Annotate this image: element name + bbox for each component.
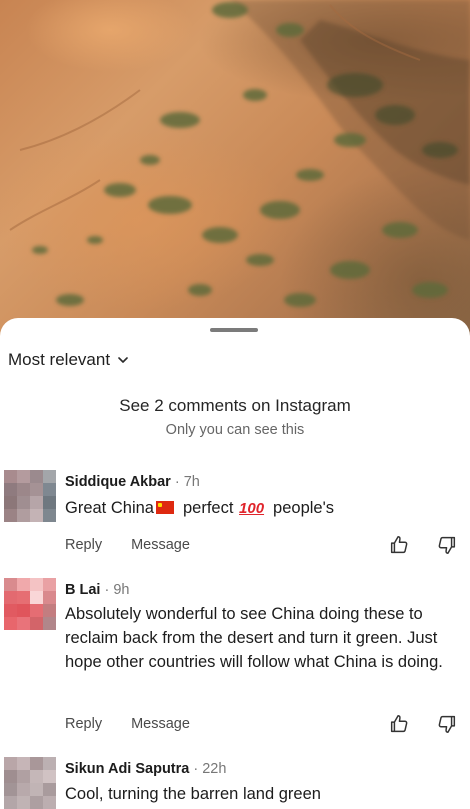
comment-time: 22h [202, 761, 227, 777]
avatar[interactable] [4, 757, 56, 809]
comment-author[interactable]: B Lai [65, 582, 100, 598]
comment-meta: B Lai · 9h [65, 582, 130, 598]
thumbs-up-icon[interactable] [388, 713, 410, 735]
comment-meta: Sikun Adi Saputra · 22h [65, 761, 227, 777]
comment-author[interactable]: Siddique Akbar [65, 474, 171, 490]
reply-button[interactable]: Reply [65, 537, 102, 553]
sort-label: Most relevant [8, 350, 111, 369]
comment-text: Great China perfect 100 people's [65, 496, 460, 521]
comment-actions: Reply Message [65, 537, 190, 553]
thumbs-down-icon[interactable] [436, 713, 458, 735]
comment-meta: Siddique Akbar · 7h [65, 474, 200, 490]
hundred-points-icon: 100 [239, 500, 265, 517]
chevron-down-icon [118, 357, 128, 363]
comment-actions: Reply Message [65, 716, 190, 732]
visibility-note: Only you can see this [165, 422, 305, 438]
china-flag-icon [155, 501, 174, 514]
avatar[interactable] [4, 470, 56, 522]
sort-dropdown[interactable]: Most relevant [8, 349, 129, 371]
reply-button[interactable]: Reply [65, 716, 102, 732]
sheet-grabber-handle[interactable] [210, 328, 258, 332]
message-button[interactable]: Message [131, 716, 190, 732]
comment-time: 9h [113, 582, 130, 598]
message-button[interactable]: Message [131, 537, 190, 553]
desert-scene-image [9, 0, 470, 307]
thumbs-up-icon[interactable] [388, 534, 410, 556]
comments-sheet: Most relevant See 2 comments on Instagra… [0, 318, 470, 809]
comment-time: 7h [183, 474, 200, 490]
thumbs-down-icon[interactable] [436, 534, 458, 556]
video-frame[interactable] [0, 0, 470, 345]
comment-text: Absolutely wonderful to see China doing … [65, 605, 443, 671]
comment-text: Cool, turning the barren land green [65, 785, 321, 803]
comment-author[interactable]: Sikun Adi Saputra [65, 761, 189, 777]
avatar[interactable] [4, 578, 56, 630]
see-more-comments-link[interactable]: See 2 comments on Instagram [0, 396, 470, 416]
